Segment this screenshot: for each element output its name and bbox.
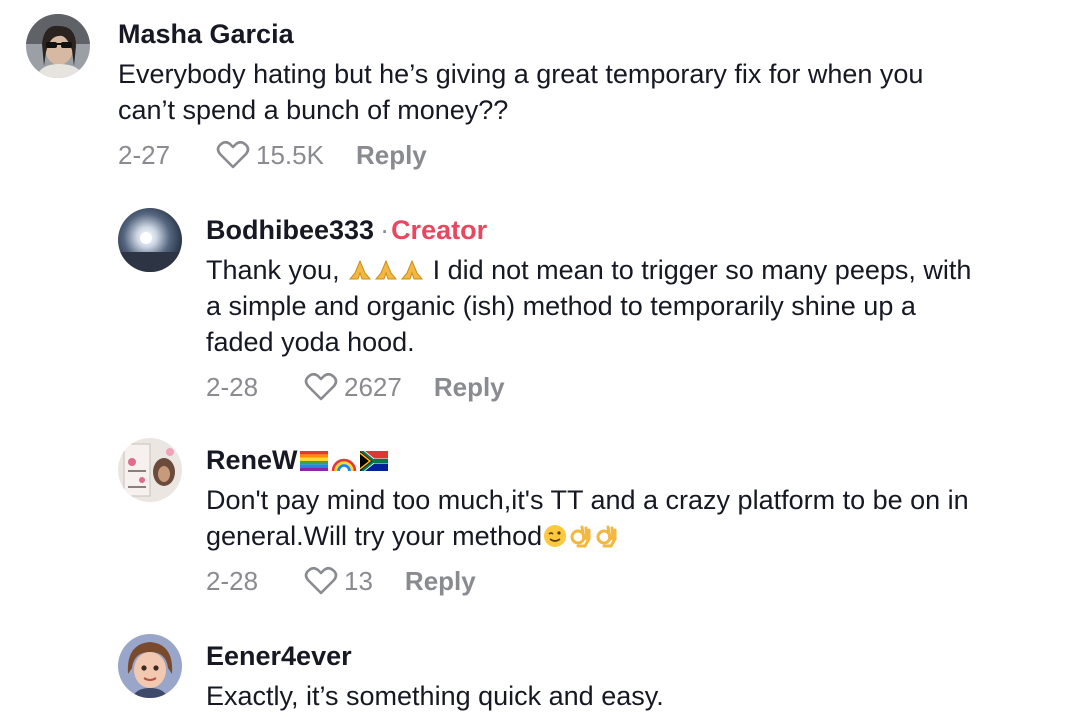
like-count: 15.5K	[256, 139, 324, 170]
like-button[interactable]: 15.5K	[216, 140, 324, 171]
comment-date: 2-28	[206, 371, 259, 402]
ok-hand-icon	[570, 525, 591, 548]
comment-date: 2-27	[118, 139, 171, 170]
comment-meta: 2-28 13 Reply	[206, 564, 1066, 598]
comment-text-line: faded yoda hood.	[206, 327, 415, 357]
comment-text-line: can’t spend a bunch of money??	[118, 95, 509, 125]
creator-badge: Creator	[391, 215, 488, 245]
comment-text-line: Exactly, it’s something quick and easy.	[206, 681, 664, 711]
username-row: ReneW	[206, 444, 1066, 476]
avatar[interactable]	[118, 634, 182, 698]
rainbow-flag-icon	[299, 451, 328, 471]
username[interactable]: Bodhibee333	[206, 215, 374, 245]
comment-text-line: Thank you, I did not mean to trigger so …	[206, 252, 1066, 288]
like-button[interactable]: 2627	[304, 372, 402, 403]
reply-button[interactable]: Reply	[405, 566, 476, 597]
comment-text-rest: general.Will try your method	[206, 521, 543, 551]
comment-text-prefix: Thank you,	[206, 255, 348, 285]
rainbow-icon	[331, 458, 356, 471]
comment-text: Everybody hating but he’s giving a great…	[118, 56, 1058, 128]
comment-text-rest: I did not mean to trigger so many peeps,…	[432, 255, 972, 285]
winking-face-icon	[544, 525, 567, 547]
comment-text-line: Don't pay mind too much,it's TT and a cr…	[206, 485, 969, 515]
reply-button[interactable]: Reply	[356, 140, 427, 171]
comment-text-line: a simple and organic (ish) method to tem…	[206, 291, 916, 321]
comment-text: Don't pay mind too much,it's TT and a cr…	[206, 482, 1066, 554]
reply-button[interactable]: Reply	[434, 372, 505, 403]
like-count: 13	[344, 565, 373, 596]
like-count: 2627	[344, 371, 402, 402]
like-button[interactable]: 13	[304, 566, 373, 597]
folded-hands-icon	[375, 259, 398, 280]
username[interactable]: Masha Garcia	[118, 18, 1058, 50]
folded-hands-icon	[401, 259, 424, 280]
separator-dot: ·	[380, 215, 390, 245]
avatar[interactable]	[118, 208, 182, 272]
username-row: Bodhibee333 ·Creator	[206, 214, 1066, 246]
comment-text-line: general.Will try your method	[206, 518, 1066, 554]
comment-date: 2-28	[206, 565, 259, 596]
username[interactable]: ReneW	[206, 445, 298, 475]
username[interactable]: Eener4ever	[206, 640, 1066, 672]
comment-meta: 2-28 2627 Reply	[206, 370, 1066, 404]
avatar[interactable]	[118, 438, 182, 502]
folded-hands-icon	[349, 259, 372, 280]
comment-text: Thank you, I did not mean to trigger so …	[206, 252, 1066, 360]
heart-icon	[304, 372, 338, 401]
heart-icon	[216, 140, 250, 169]
comment-meta: 2-27 15.5K Reply	[118, 138, 1058, 172]
avatar[interactable]	[26, 14, 90, 78]
south-africa-flag-icon	[359, 451, 388, 471]
comment-text-line: Everybody hating but he’s giving a great…	[118, 59, 924, 89]
ok-hand-icon	[596, 525, 617, 548]
comment-text: Exactly, it’s something quick and easy.	[206, 678, 1066, 714]
heart-icon	[304, 566, 338, 595]
